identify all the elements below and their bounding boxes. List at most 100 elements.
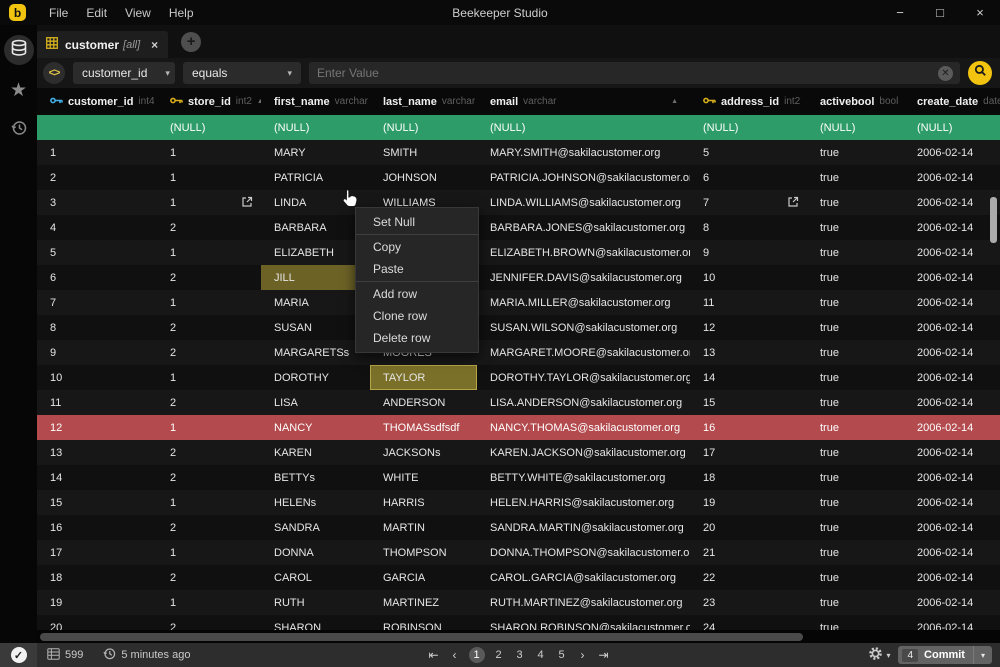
table-row[interactable]: 71MARIAMARIA.MILLER@sakilacustomer.org11… (37, 290, 1000, 315)
table-cell[interactable]: 2006-02-14 (904, 340, 1000, 365)
table-cell[interactable]: 19 (690, 490, 807, 515)
insert-cell[interactable]: (NULL) (261, 115, 370, 140)
table-cell[interactable]: SUSAN.WILSON@sakilacustomer.org (477, 315, 690, 340)
apply-filter-button[interactable] (968, 61, 992, 85)
table-cell[interactable]: PATRICIA (261, 165, 370, 190)
table-cell[interactable]: 1 (157, 540, 261, 565)
table-cell[interactable]: 2 (157, 390, 261, 415)
table-cell[interactable]: HELEN.HARRIS@sakilacustomer.org (477, 490, 690, 515)
table-cell[interactable]: 2006-02-14 (904, 290, 1000, 315)
prev-page-button[interactable]: ‹ (448, 648, 462, 662)
table-cell[interactable]: 2 (157, 565, 261, 590)
table-cell[interactable]: TAYLOR (370, 365, 477, 390)
table-cell[interactable]: 23 (690, 590, 807, 615)
page-button-3[interactable]: 3 (513, 649, 527, 661)
table-cell[interactable]: true (807, 240, 904, 265)
table-cell[interactable]: DONNA (261, 540, 370, 565)
table-cell[interactable]: true (807, 190, 904, 215)
table-cell[interactable]: 13 (37, 440, 157, 465)
table-cell[interactable]: BARBARA (261, 215, 370, 240)
table-row[interactable]: 191RUTHMARTINEZRUTH.MARTINEZ@sakilacusto… (37, 590, 1000, 615)
table-cell[interactable]: 7 (37, 290, 157, 315)
sort-asc-icon[interactable]: ▲ (671, 98, 678, 105)
minimize-button[interactable]: − (880, 5, 920, 20)
table-cell[interactable]: LINDA.WILLIAMS@sakilacustomer.org (477, 190, 690, 215)
table-cell[interactable]: SUSAN (261, 315, 370, 340)
table-cell[interactable]: MARIA (261, 290, 370, 315)
table-cell[interactable]: SANDRA (261, 515, 370, 540)
table-cell[interactable]: 18 (37, 565, 157, 590)
table-cell[interactable]: 21 (690, 540, 807, 565)
commit-button[interactable]: 4 Commit ▾ (898, 646, 992, 664)
table-cell[interactable]: 2 (157, 215, 261, 240)
table-cell[interactable]: 22 (690, 565, 807, 590)
table-cell[interactable]: 1 (157, 590, 261, 615)
table-row[interactable]: 21PATRICIAJOHNSONPATRICIA.JOHNSON@sakila… (37, 165, 1000, 190)
page-button-5[interactable]: 5 (555, 649, 569, 661)
table-row[interactable]: 112LISAANDERSONLISA.ANDERSON@sakilacusto… (37, 390, 1000, 415)
table-cell[interactable]: 2006-02-14 (904, 590, 1000, 615)
sql-toggle-button[interactable]: <> (43, 62, 65, 84)
table-cell[interactable]: 2006-02-14 (904, 490, 1000, 515)
table-row[interactable]: 82SUSANSUSAN.WILSON@sakilacustomer.org12… (37, 315, 1000, 340)
table-cell[interactable]: LISA (261, 390, 370, 415)
table-cell[interactable]: THOMASsdfsdf (370, 415, 477, 440)
table-cell[interactable]: MARY.SMITH@sakilacustomer.org (477, 140, 690, 165)
table-cell[interactable]: THOMPSON (370, 540, 477, 565)
table-cell[interactable]: 8 (690, 215, 807, 240)
table-cell[interactable]: 2006-02-14 (904, 165, 1000, 190)
commit-dropdown-button[interactable]: ▾ (974, 651, 992, 660)
table-cell[interactable]: 2006-02-14 (904, 140, 1000, 165)
table-row[interactable]: 51ELIZABETHBROWNELIZABETH.BROWN@sakilacu… (37, 240, 1000, 265)
table-cell[interactable]: true (807, 540, 904, 565)
table-cell[interactable]: 2006-02-14 (904, 240, 1000, 265)
table-cell[interactable]: SANDRA.MARTIN@sakilacustomer.org (477, 515, 690, 540)
table-cell[interactable]: 5 (690, 140, 807, 165)
table-row[interactable]: 142BETTYsWHITEBETTY.WHITE@sakilacustomer… (37, 465, 1000, 490)
table-cell[interactable]: 14 (37, 465, 157, 490)
open-foreign-key-icon[interactable] (241, 196, 253, 211)
table-cell[interactable]: MARTIN (370, 515, 477, 540)
table-cell[interactable]: MARTINEZ (370, 590, 477, 615)
sidebar-item-tables[interactable] (4, 35, 34, 65)
horizontal-scrollbar-thumb[interactable] (40, 633, 803, 641)
table-cell[interactable]: BARBARA.JONES@sakilacustomer.org (477, 215, 690, 240)
table-cell[interactable]: LISA.ANDERSON@sakilacustomer.org (477, 390, 690, 415)
page-button-4[interactable]: 4 (534, 649, 548, 661)
table-cell[interactable]: 1 (157, 140, 261, 165)
first-page-button[interactable]: ⇤ (427, 648, 441, 662)
table-cell[interactable]: 2 (157, 465, 261, 490)
table-cell[interactable]: 17 (37, 540, 157, 565)
table-cell[interactable]: 18 (690, 465, 807, 490)
table-settings-button[interactable]: ▾ (868, 646, 890, 664)
table-cell[interactable]: true (807, 440, 904, 465)
table-cell[interactable]: 2006-02-14 (904, 440, 1000, 465)
table-cell[interactable]: 2 (37, 165, 157, 190)
context-menu-item-paste[interactable]: Paste (356, 258, 478, 280)
table-cell[interactable]: NANCY (261, 415, 370, 440)
table-cell[interactable]: true (807, 315, 904, 340)
table-cell[interactable]: RUTH.MARTINEZ@sakilacustomer.org (477, 590, 690, 615)
menu-help[interactable]: Help (160, 2, 203, 24)
table-cell[interactable]: 16 (690, 415, 807, 440)
table-cell[interactable]: JENNIFER.DAVIS@sakilacustomer.org (477, 265, 690, 290)
table-cell[interactable]: 9 (690, 240, 807, 265)
table-row[interactable]: 162SANDRAMARTINSANDRA.MARTIN@sakilacusto… (37, 515, 1000, 540)
table-cell[interactable]: true (807, 140, 904, 165)
tab-customer[interactable]: customer [all] × (37, 31, 168, 58)
table-cell[interactable]: 1 (157, 490, 261, 515)
table-cell[interactable]: DOROTHY.TAYLOR@sakilacustomer.org (477, 365, 690, 390)
table-cell[interactable]: KAREN.JACKSON@sakilacustomer.org (477, 440, 690, 465)
table-cell[interactable]: 15 (690, 390, 807, 415)
insert-cell[interactable] (37, 115, 157, 140)
table-cell[interactable]: 2006-02-14 (904, 465, 1000, 490)
table-cell[interactable]: 2006-02-14 (904, 515, 1000, 540)
column-header-last_name[interactable]: last_namevarchar▲ (370, 88, 477, 115)
page-button-2[interactable]: 2 (492, 649, 506, 661)
table-row[interactable]: 171DONNATHOMPSONDONNA.THOMPSON@sakilacus… (37, 540, 1000, 565)
table-cell[interactable]: 2 (157, 340, 261, 365)
table-cell[interactable]: 10 (690, 265, 807, 290)
table-cell[interactable]: true (807, 390, 904, 415)
table-cell[interactable]: 8 (37, 315, 157, 340)
open-foreign-key-icon[interactable] (787, 196, 799, 211)
